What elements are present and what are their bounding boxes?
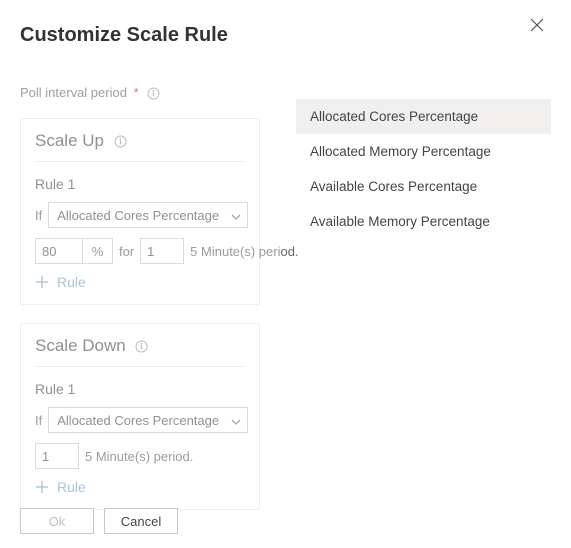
scale-up-metric-select[interactable]: Allocated Cores Percentage [48, 202, 248, 228]
dropdown-option-allocated-memory[interactable]: Allocated Memory Percentage [296, 134, 551, 169]
add-rule-button[interactable]: Rule [35, 274, 245, 290]
close-button[interactable] [530, 18, 548, 36]
info-icon[interactable] [147, 87, 160, 100]
if-label: If [35, 208, 42, 223]
dropdown-option-available-cores[interactable]: Available Cores Percentage [296, 169, 551, 204]
for-label: for [119, 244, 134, 259]
required-marker: * [134, 85, 139, 100]
add-rule-button[interactable]: Rule [35, 479, 245, 495]
scale-down-heading: Scale Down [35, 336, 245, 367]
chevron-down-icon [231, 208, 241, 223]
threshold-input-group: % [35, 238, 113, 264]
footer-buttons: Ok Cancel [20, 508, 178, 534]
metric-dropdown-menu: Allocated Cores Percentage Allocated Mem… [296, 99, 551, 239]
poll-interval-field: Poll interval period * [20, 85, 260, 100]
scale-up-threshold-row: % for 5 Minute(s) period. [35, 238, 245, 264]
scale-down-condition-row: If Allocated Cores Percentage [35, 407, 245, 433]
percent-unit: % [83, 238, 113, 264]
scale-up-condition-row: If Allocated Cores Percentage [35, 202, 245, 228]
plus-icon [35, 275, 49, 289]
scale-up-rule-label: Rule 1 [35, 176, 245, 192]
scale-up-card: Scale Up Rule 1 If Allocated Cores Perce… [20, 118, 260, 305]
add-rule-label: Rule [57, 274, 86, 290]
customize-scale-rule-panel: Customize Scale Rule Poll interval perio… [0, 0, 280, 510]
scale-up-heading: Scale Up [35, 131, 245, 162]
scale-up-metric-value: Allocated Cores Percentage [57, 208, 219, 223]
scale-down-metric-select[interactable]: Allocated Cores Percentage [48, 407, 248, 433]
poll-interval-label: Poll interval period [20, 85, 127, 100]
scale-up-period-input[interactable] [140, 238, 184, 264]
plus-icon [35, 480, 49, 494]
scale-down-period-text: 5 Minute(s) period. [85, 449, 193, 464]
scale-up-threshold-input[interactable] [35, 238, 83, 264]
scale-down-metric-value: Allocated Cores Percentage [57, 413, 219, 428]
scale-down-period-input[interactable] [35, 443, 79, 469]
chevron-down-icon [231, 413, 241, 428]
panel-title: Customize Scale Rule [20, 24, 260, 47]
dropdown-option-allocated-cores[interactable]: Allocated Cores Percentage [296, 99, 551, 134]
scale-down-card: Scale Down Rule 1 If Allocated Cores Per… [20, 323, 260, 510]
scale-up-period-text: 5 Minute(s) period. [190, 244, 298, 259]
scale-up-heading-text: Scale Up [35, 131, 104, 150]
close-icon [530, 18, 544, 32]
ok-button[interactable]: Ok [20, 508, 94, 534]
info-icon[interactable] [135, 340, 148, 353]
scale-down-rule-label: Rule 1 [35, 381, 245, 397]
scale-down-heading-text: Scale Down [35, 336, 126, 355]
dropdown-option-available-memory[interactable]: Available Memory Percentage [296, 204, 551, 239]
scale-down-period-row: 5 Minute(s) period. [35, 443, 245, 469]
add-rule-label: Rule [57, 479, 86, 495]
cancel-button[interactable]: Cancel [104, 508, 178, 534]
info-icon[interactable] [114, 135, 127, 148]
if-label: If [35, 413, 42, 428]
